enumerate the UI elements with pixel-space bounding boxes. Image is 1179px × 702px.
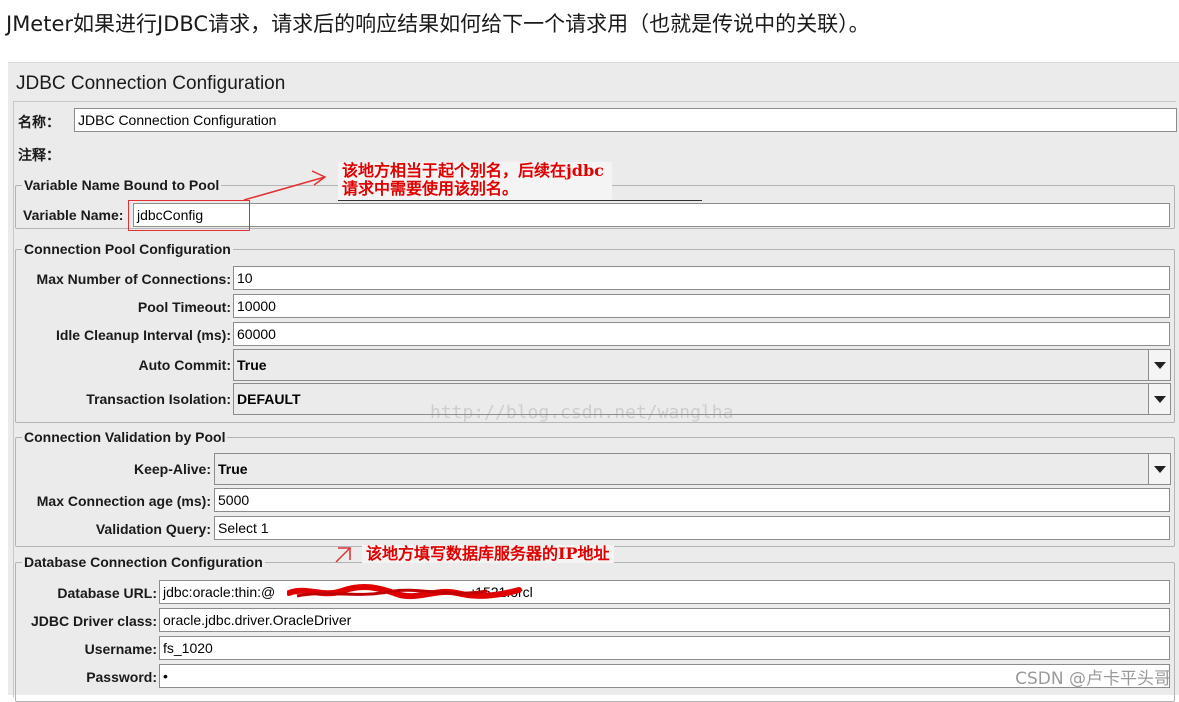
max-age-label: Max Connection age (ms): — [36, 493, 211, 509]
alias-annotation: 该地方相当于起个别名，后续在jdbc 请求中需要使用该别名。 — [338, 162, 612, 200]
keep-alive-select[interactable]: True — [214, 453, 1171, 485]
alias-annotation-line1: 该地方相当于起个别名，后续在jdbc — [342, 161, 604, 180]
auto-commit-select[interactable]: True — [233, 349, 1171, 381]
annotation-underline — [338, 200, 702, 201]
max-connections-label: Max Number of Connections: — [36, 271, 231, 287]
watermark: http://blog.csdn.net/wanglha — [430, 402, 734, 423]
auto-commit-value: True — [237, 357, 267, 373]
keep-alive-value: True — [218, 461, 248, 477]
page-heading: JMeter如果进行JDBC请求，请求后的响应结果如何给下一个请求用（也就是传说… — [6, 12, 870, 36]
database-url-label: Database URL: — [57, 585, 157, 601]
pool-timeout-field[interactable]: 10000 — [233, 294, 1170, 318]
chevron-down-icon[interactable] — [1148, 384, 1170, 414]
variable-group-title: Variable Name Bound to Pool — [22, 177, 222, 193]
username-field[interactable]: fs_1020 — [159, 636, 1170, 660]
chevron-down-icon[interactable] — [1148, 350, 1170, 380]
validation-group-title: Connection Validation by Pool — [22, 429, 228, 445]
alias-annotation-line2: 请求中需要使用该别名。 — [342, 179, 519, 198]
redaction-scribble-icon — [287, 584, 522, 600]
variable-name-label: Variable Name: — [23, 207, 124, 223]
idle-cleanup-field[interactable]: 60000 — [233, 322, 1170, 346]
keep-alive-label: Keep-Alive: — [133, 461, 211, 477]
auto-commit-label: Auto Commit: — [138, 357, 231, 373]
chevron-down-icon[interactable] — [1148, 454, 1170, 484]
validation-query-field[interactable]: Select 1 — [214, 516, 1170, 540]
database-url-prefix: jdbc:oracle:thin:@ — [163, 584, 276, 600]
pool-timeout-label: Pool Timeout: — [137, 299, 231, 315]
panel-title: JDBC Connection Configuration — [16, 73, 286, 94]
driver-class-label: JDBC Driver class: — [30, 613, 157, 629]
password-label: Password: — [86, 669, 157, 685]
username-label: Username: — [84, 641, 157, 657]
arrow-icon — [243, 170, 327, 201]
transaction-isolation-value: DEFAULT — [237, 391, 301, 407]
ip-annotation: 该地方填写数据库服务器的IP地址 — [362, 545, 614, 563]
pool-group-title: Connection Pool Configuration — [22, 241, 233, 257]
highlight-box — [128, 200, 250, 231]
db-group-title: Database Connection Configuration — [22, 554, 265, 570]
csdn-credit: CSDN @卢卡平头哥 — [1015, 669, 1171, 689]
variable-name-field[interactable]: jdbcConfig — [133, 203, 1170, 227]
idle-cleanup-label: Idle Cleanup Interval (ms): — [55, 327, 231, 343]
driver-class-field[interactable]: oracle.jdbc.driver.OracleDriver — [159, 608, 1170, 632]
jdbc-config-panel: JDBC Connection Configuration 名称： JDBC C… — [8, 62, 1179, 702]
name-field[interactable]: JDBC Connection Configuration — [74, 108, 1177, 132]
validation-query-label: Validation Query: — [95, 521, 211, 537]
comment-label: 注释： — [18, 147, 60, 163]
max-connections-field[interactable]: 10 — [233, 266, 1170, 290]
transaction-isolation-label: Transaction Isolation: — [86, 391, 231, 407]
max-age-field[interactable]: 5000 — [214, 488, 1170, 512]
name-label: 名称： — [18, 114, 60, 130]
